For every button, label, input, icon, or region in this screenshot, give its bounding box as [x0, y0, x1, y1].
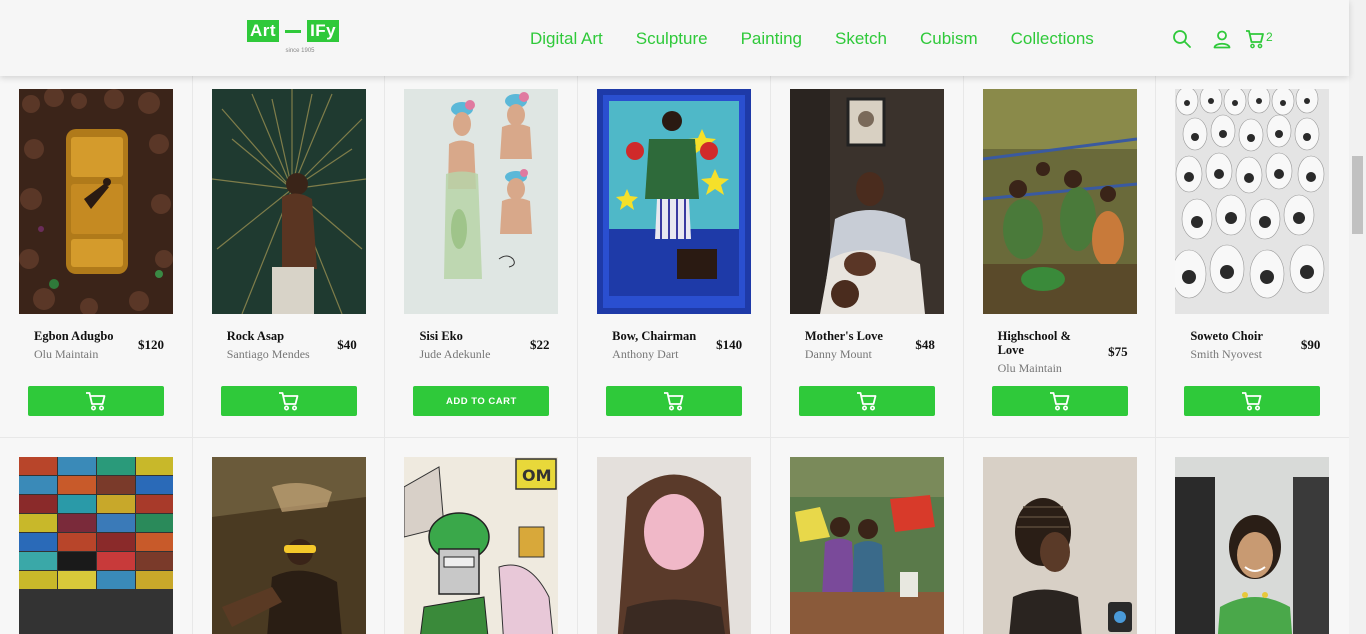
nav-sculpture[interactable]: Sculpture — [636, 29, 708, 49]
product-title[interactable]: Soweto Choir — [1190, 329, 1280, 343]
product-card — [1156, 438, 1349, 634]
artwork-image[interactable] — [982, 89, 1137, 314]
product-card: Highschool & Love Olu Maintain $75 — [963, 76, 1157, 438]
logo-art: Art — [247, 20, 280, 42]
product-price: $40 — [337, 337, 357, 352]
cart-icon — [1242, 392, 1262, 411]
product-title[interactable]: Sisi Eko — [419, 329, 509, 343]
logo[interactable]: Art IFy since 1905 — [247, 20, 351, 54]
artwork-image[interactable] — [982, 457, 1137, 634]
product-card — [0, 438, 193, 634]
product-info: Rock Asap Santiago Mendes $40 — [227, 329, 357, 361]
product-card — [771, 438, 964, 634]
product-row: OM — [0, 438, 1349, 634]
add-to-cart-button[interactable] — [1184, 386, 1321, 416]
scrollbar-thumb[interactable] — [1352, 156, 1363, 234]
artwork-image[interactable] — [1175, 89, 1330, 314]
cart-icon — [1245, 29, 1265, 49]
cart-icon — [86, 392, 106, 411]
product-card — [578, 438, 771, 634]
product-card: Mother's Love Danny Mount $48 — [770, 76, 964, 438]
artwork-image[interactable] — [19, 457, 173, 634]
artwork-image[interactable] — [597, 457, 752, 634]
page-scrollbar[interactable] — [1349, 0, 1366, 634]
product-card: OM — [385, 438, 579, 634]
artwork-image[interactable] — [19, 89, 173, 314]
site-header: Art IFy since 1905 Digital Art Sculpture… — [0, 0, 1349, 76]
product-title[interactable]: Mother's Love — [805, 329, 895, 343]
artwork-image[interactable] — [211, 89, 366, 314]
nav-cubism[interactable]: Cubism — [920, 29, 978, 49]
logo-dash — [285, 29, 302, 33]
artwork-image[interactable] — [789, 457, 944, 634]
artwork-image[interactable] — [1175, 457, 1330, 634]
cart-count-badge: 2 — [1266, 30, 1273, 44]
product-info: Egbon Adugbo Olu Maintain $120 — [34, 329, 164, 361]
product-card: Rock Asap Santiago Mendes $40 — [192, 76, 386, 438]
header-actions: 2 — [1172, 29, 1273, 49]
add-to-cart-button[interactable] — [28, 386, 164, 416]
artwork-image[interactable] — [211, 457, 366, 634]
product-price: $48 — [915, 337, 935, 352]
user-icon[interactable] — [1212, 29, 1232, 49]
product-price: $75 — [1108, 344, 1128, 359]
nav-digital-art[interactable]: Digital Art — [530, 29, 603, 49]
artwork-image[interactable] — [404, 89, 559, 314]
product-card — [193, 438, 386, 634]
add-to-cart-button[interactable] — [991, 386, 1128, 416]
add-to-cart-button[interactable] — [606, 386, 743, 416]
product-info: Highschool & Love Olu Maintain $75 — [998, 329, 1128, 375]
product-title[interactable]: Bow, Chairman — [612, 329, 702, 343]
product-price: $22 — [529, 337, 550, 352]
product-grid: Egbon Adugbo Olu Maintain $120 Rock Asap… — [0, 76, 1350, 634]
add-to-cart-button[interactable] — [798, 386, 935, 416]
nav-painting[interactable]: Painting — [741, 29, 802, 49]
product-title[interactable]: Highschool & Love — [998, 329, 1088, 357]
artwork-image[interactable] — [597, 89, 752, 314]
nav-sketch[interactable]: Sketch — [835, 29, 887, 49]
logo-ify: IFy — [307, 20, 340, 42]
product-card: Soweto Choir Smith Nyovest $90 — [1156, 76, 1350, 438]
product-card: Egbon Adugbo Olu Maintain $120 — [0, 76, 193, 438]
main-nav: Digital Art Sculpture Painting Sketch Cu… — [530, 29, 1094, 49]
logo-since: since 1905 — [285, 48, 315, 54]
add-to-cart-button[interactable]: ADD TO CART — [413, 386, 550, 416]
product-info: Mother's Love Danny Mount $48 — [805, 329, 935, 361]
page: Art IFy since 1905 Digital Art Sculpture… — [0, 0, 1366, 634]
product-info: Bow, Chairman Anthony Dart $140 — [612, 329, 742, 361]
artwork-image[interactable] — [789, 89, 944, 314]
product-price: $120 — [138, 337, 164, 352]
cart-icon — [664, 392, 684, 411]
product-title[interactable]: Rock Asap — [227, 329, 317, 343]
cart-icon — [278, 392, 299, 411]
header-cart[interactable]: 2 — [1245, 29, 1273, 49]
search-icon[interactable] — [1172, 29, 1192, 49]
nav-collections[interactable]: Collections — [1011, 29, 1094, 49]
product-price: $90 — [1300, 337, 1321, 352]
artwork-image[interactable]: OM — [404, 457, 559, 634]
product-info: Soweto Choir Smith Nyovest $90 — [1190, 329, 1320, 361]
product-artist: Olu Maintain — [997, 361, 1062, 375]
cart-icon — [1049, 392, 1069, 411]
product-price: $140 — [716, 337, 743, 352]
product-info: Sisi Eko Jude Adekunle $22 — [419, 329, 549, 361]
product-card: Bow, Chairman Anthony Dart $140 — [578, 76, 771, 438]
cart-icon — [856, 392, 877, 411]
product-card: Sisi Eko Jude Adekunle $22 ADD TO CART — [385, 76, 579, 438]
product-card — [964, 438, 1157, 634]
product-title[interactable]: Egbon Adugbo — [34, 329, 124, 343]
product-row: Egbon Adugbo Olu Maintain $120 Rock Asap… — [0, 76, 1350, 438]
svg-text:OM: OM — [522, 466, 552, 485]
add-to-cart-button[interactable] — [220, 386, 357, 416]
